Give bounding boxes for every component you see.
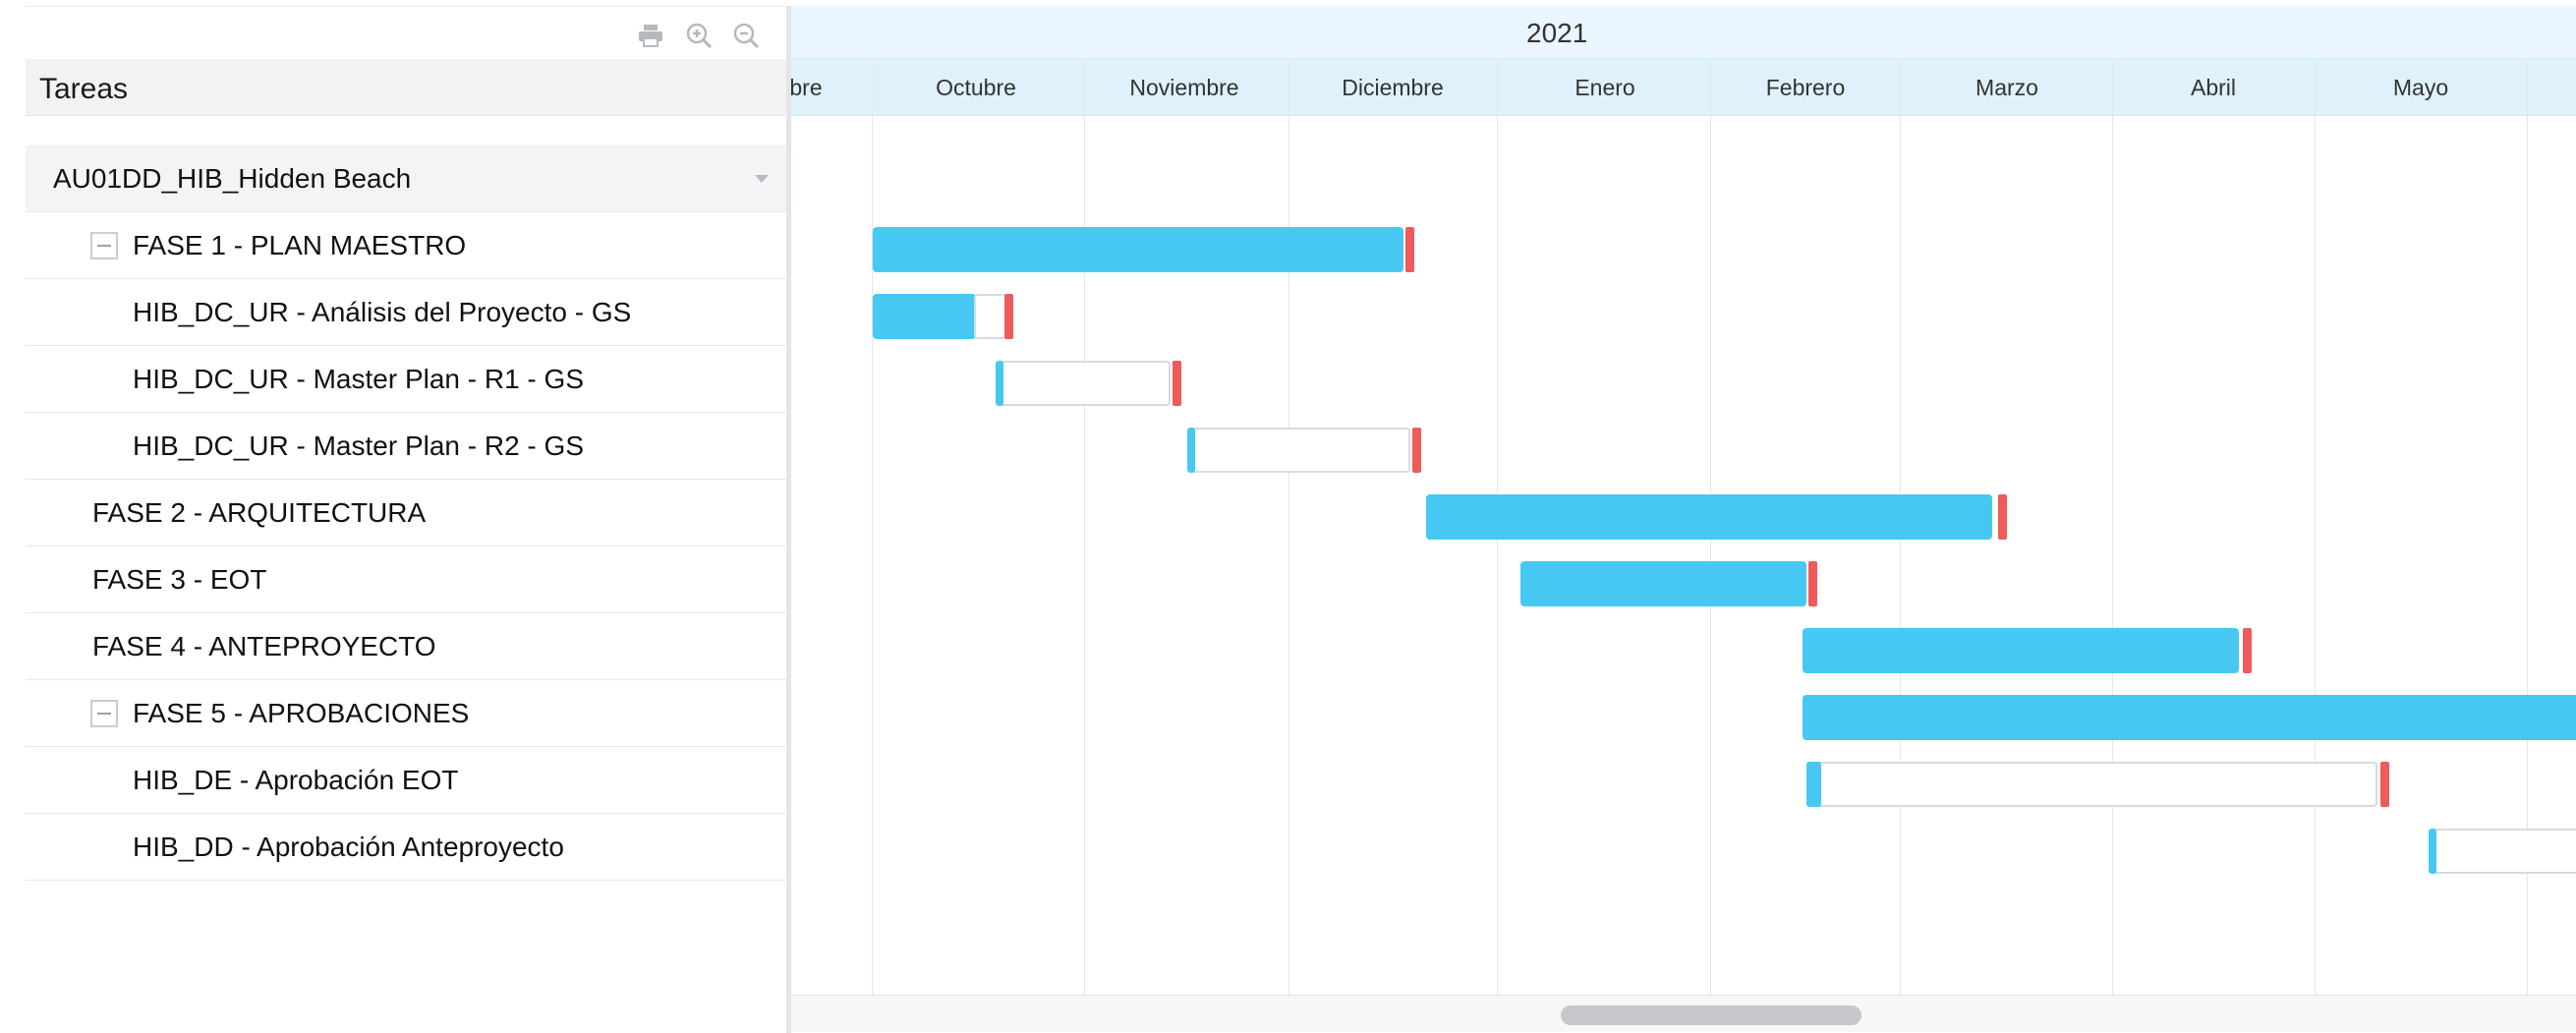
task-label: FASE 1 - PLAN MAESTRO [133,230,467,260]
deadline-marker[interactable] [1173,361,1181,406]
collapse-icon[interactable] [90,700,118,727]
month-label: bre [791,75,823,100]
gantt-bar-aprobacion-anteproyecto[interactable] [2429,829,2576,874]
month-gridline [2112,59,2113,995]
deadline-marker[interactable] [2243,628,2252,673]
gantt-bar-fase-4[interactable] [1803,628,2239,673]
task-label: HIB_DC_UR - Master Plan - R1 - GS [133,364,584,394]
task-row[interactable]: AU01DD_HIB_Hidden Beach [26,145,786,212]
month-label: Abril [2190,75,2237,100]
deadline-marker[interactable] [1004,294,1013,339]
month-label: Febrero [1765,75,1846,100]
deadline-marker[interactable] [1998,494,2007,540]
dropdown-caret-icon[interactable] [755,175,769,183]
month-label: Enero [1574,75,1635,100]
print-icon[interactable] [636,21,665,50]
month-gridline [2315,59,2316,995]
progress-marker [1806,762,1821,807]
task-row[interactable]: HIB_DC_UR - Master Plan - R1 - GS [26,346,786,413]
task-row[interactable]: HIB_DD - Aprobación Anteproyecto [26,814,786,881]
task-label: FASE 4 - ANTEPROYECTO [92,631,436,661]
task-label: FASE 3 - EOT [92,564,267,595]
month-label: Mayo [2392,75,2449,100]
task-label: HIB_DC_UR - Master Plan - R2 - GS [133,430,584,461]
horizontal-scrollbar[interactable] [791,995,2576,1032]
gantt-bar-fase-5[interactable] [1803,695,2576,740]
month-label: Octubre [936,75,1016,100]
progress-marker [2429,829,2436,874]
gantt-bar-master-plan-r1[interactable] [996,361,1171,406]
task-row[interactable]: HIB_DE - Aprobación EOT [26,747,786,814]
progress-marker [996,361,1003,406]
deadline-marker[interactable] [1412,428,1421,473]
gantt-bar-fase-1[interactable] [873,227,1403,272]
deadline-marker[interactable] [2380,762,2389,807]
task-label: HIB_DD - Aprobación Anteproyecto [133,832,564,862]
task-row[interactable]: HIB_DC_UR - Análisis del Proyecto - GS [26,279,786,346]
task-row[interactable]: FASE 2 - ARQUITECTURA [26,480,786,546]
month-gridline [1084,59,1085,995]
tasks-column-header[interactable]: Tareas [26,59,786,116]
gantt-bar-master-plan-r2[interactable] [1187,428,1410,473]
tasks-header-label: Tareas [39,73,129,105]
gantt-bar-fase-2[interactable] [1426,494,1992,540]
gantt-chart: 2021 bre Octubre Noviembre Diciembre Ene… [791,6,2576,1033]
progress-marker [1187,428,1195,473]
tasks-panel: Tareas AU01DD_HIB_Hidden Beach FASE 1 - … [26,6,786,1033]
month-label: Noviembre [1129,75,1239,100]
scrollbar-thumb[interactable] [1561,1005,1861,1025]
task-row[interactable]: FASE 1 - PLAN MAESTRO [26,212,786,279]
collapse-icon[interactable] [90,232,118,259]
deadline-marker[interactable] [1405,227,1414,272]
task-row[interactable]: FASE 5 - APROBACIONES [26,680,786,747]
task-row[interactable]: FASE 3 - EOT [26,546,786,613]
month-label: Diciembre [1342,75,1444,100]
gantt-bar-remaining[interactable] [974,294,1006,339]
task-label: HIB_DE - Aprobación EOT [133,765,459,795]
task-row[interactable]: HIB_DC_UR - Master Plan - R2 - GS [26,413,786,480]
gantt-bar-fase-3[interactable] [1520,561,1806,606]
gantt-toolbar [26,6,786,59]
month-gridline [1288,59,1289,995]
gantt-bar-aprobacion-eot[interactable] [1806,762,2377,807]
zoom-out-icon[interactable] [731,21,761,50]
deadline-marker[interactable] [1808,561,1817,606]
gantt-bar-analisis[interactable] [873,294,976,339]
task-label: FASE 2 - ARQUITECTURA [92,497,427,528]
task-row[interactable]: FASE 4 - ANTEPROYECTO [26,613,786,680]
year-header: 2021 [791,6,2576,59]
month-label: Marzo [1975,75,2038,100]
task-label: AU01DD_HIB_Hidden Beach [53,163,412,194]
year-label: 2021 [1526,18,1588,48]
zoom-in-icon[interactable] [684,21,714,50]
task-label: FASE 5 - APROBACIONES [133,698,470,728]
month-gridline [872,59,873,995]
month-header: bre Octubre Noviembre Diciembre Enero Fe… [791,59,2576,116]
task-label: HIB_DC_UR - Análisis del Proyecto - GS [133,297,632,327]
